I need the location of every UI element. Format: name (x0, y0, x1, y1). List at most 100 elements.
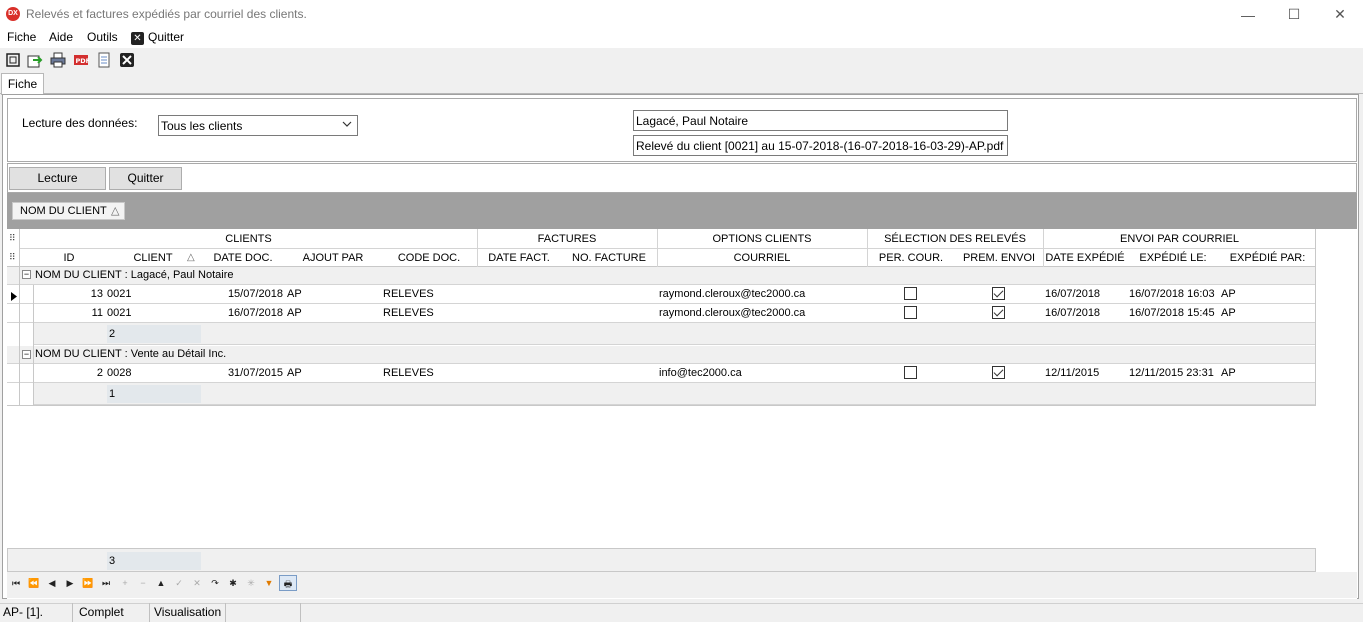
select-icon[interactable] (5, 52, 21, 68)
cell-expedie-par[interactable]: AP (1219, 285, 1316, 303)
client-name-field[interactable]: Lagacé, Paul Notaire (633, 110, 1008, 131)
col-date-fact[interactable]: DATE FACT. (477, 252, 561, 264)
per-cour-checkbox[interactable] (904, 306, 917, 319)
client-select[interactable]: Tous les clients (158, 115, 358, 136)
col-id[interactable]: ID (33, 252, 105, 264)
cell-id[interactable]: 2 (33, 364, 105, 382)
cell-ajout-par[interactable]: AP (285, 364, 381, 382)
cell-ajout-par[interactable]: AP (285, 304, 381, 322)
last-record-icon[interactable]: ⏭ (98, 575, 114, 591)
cell-code-doc[interactable]: RELEVES (381, 285, 477, 303)
export-icon[interactable] (27, 52, 43, 68)
collapse-icon[interactable]: − (22, 270, 31, 279)
menu-outils[interactable]: Outils (87, 30, 118, 44)
title-bar: DX Relevés et factures expédiés par cour… (0, 0, 1363, 29)
band-menu-icon[interactable]: ⠿ (9, 233, 16, 244)
group-by-chip[interactable]: NOM DU CLIENT △ (12, 202, 125, 220)
cell-expedie-par[interactable]: AP (1219, 364, 1316, 382)
col-ajout-par[interactable]: AJOUT PAR (285, 252, 381, 264)
cell-id[interactable]: 11 (33, 304, 105, 322)
prem-envoi-checkbox[interactable] (992, 306, 1005, 319)
group-indent-border (33, 285, 34, 405)
per-cour-checkbox[interactable] (904, 366, 917, 379)
filter-icon[interactable]: ▼ (261, 575, 277, 591)
col-expedie-par[interactable]: EXPÉDIÉ PAR: (1219, 252, 1316, 264)
cell-date-expedie[interactable]: 16/07/2018 (1043, 285, 1127, 303)
cell-ajout-par[interactable]: AP (285, 285, 381, 303)
prev-record-icon[interactable]: ◀ (44, 575, 60, 591)
close-icon[interactable] (119, 52, 135, 68)
col-expedie-le[interactable]: EXPÉDIÉ LE: (1127, 252, 1219, 264)
col-code-doc[interactable]: CODE DOC. (381, 252, 477, 264)
pdf-icon[interactable]: PDF (73, 52, 90, 68)
col-courriel[interactable]: COURRIEL (657, 252, 867, 264)
app-logo-icon: DX (6, 7, 20, 21)
minimize-button[interactable]: — (1225, 0, 1271, 29)
per-cour-checkbox[interactable] (904, 287, 917, 300)
read-button[interactable]: Lecture (9, 167, 106, 190)
print-icon[interactable] (50, 52, 66, 68)
maximize-button[interactable]: ☐ (1271, 0, 1317, 29)
sort-asc-icon: △ (187, 252, 195, 263)
status-separator (149, 603, 150, 622)
band-options-clients: OPTIONS CLIENTS (712, 233, 812, 245)
chevron-down-icon (342, 118, 352, 133)
status-user: AP- [1]. (3, 605, 44, 619)
prem-envoi-checkbox[interactable] (992, 366, 1005, 379)
next-record-icon[interactable]: ▶ (62, 575, 78, 591)
status-mode: Visualisation (154, 605, 222, 619)
edit-icon[interactable]: ▲ (153, 575, 169, 591)
cell-client[interactable]: 0021 (105, 304, 201, 322)
tab-fiche[interactable]: Fiche (1, 73, 44, 95)
cell-code-doc[interactable]: RELEVES (381, 304, 477, 322)
post-icon[interactable]: ✓ (171, 575, 187, 591)
button-panel (7, 163, 1357, 193)
collapse-icon[interactable]: − (22, 350, 31, 359)
menu-aide[interactable]: Aide (49, 30, 73, 44)
cell-date-doc[interactable]: 31/07/2015 (201, 364, 285, 382)
cell-courriel[interactable]: info@tec2000.ca (657, 364, 867, 382)
cell-expedie-par[interactable]: AP (1219, 304, 1316, 322)
cell-expedie-le[interactable]: 16/07/2018 15:45 (1127, 304, 1219, 322)
cell-date-doc[interactable]: 15/07/2018 (201, 285, 285, 303)
cell-expedie-le[interactable]: 12/11/2015 23:31 (1127, 364, 1219, 382)
goto-bookmark-icon[interactable]: ✳ (243, 575, 259, 591)
delete-icon[interactable]: − (135, 575, 151, 591)
status-separator (72, 603, 73, 622)
col-client-label: CLIENT (133, 252, 173, 264)
col-date-expedie[interactable]: DATE EXPÉDIÉ (1043, 252, 1127, 264)
cell-client[interactable]: 0028 (105, 364, 201, 382)
group-count: 1 (107, 385, 201, 403)
current-row-indicator-icon (11, 290, 17, 304)
document-icon[interactable] (96, 52, 112, 68)
cell-date-doc[interactable]: 16/07/2018 (201, 304, 285, 322)
next-page-icon[interactable]: ⏩ (80, 575, 96, 591)
close-window-button[interactable]: ✕ (1317, 0, 1363, 29)
col-date-doc[interactable]: DATE DOC. (201, 252, 285, 264)
first-record-icon[interactable]: ⏮ (8, 575, 24, 591)
refresh-icon[interactable]: ↷ (207, 575, 223, 591)
cell-expedie-le[interactable]: 16/07/2018 16:03 (1127, 285, 1219, 303)
menu-fiche[interactable]: Fiche (7, 30, 36, 44)
bookmark-icon[interactable]: ✱ (225, 575, 241, 591)
cell-date-expedie[interactable]: 16/07/2018 (1043, 304, 1127, 322)
cell-code-doc[interactable]: RELEVES (381, 364, 477, 382)
prem-envoi-checkbox[interactable] (992, 287, 1005, 300)
quit-button[interactable]: Quitter (109, 167, 182, 190)
cell-courriel[interactable]: raymond.cleroux@tec2000.ca (657, 285, 867, 303)
insert-icon[interactable]: + (117, 575, 133, 591)
cell-id[interactable]: 13 (33, 285, 105, 303)
band-selection-releves: SÉLECTION DES RELEVÉS (884, 233, 1026, 245)
col-no-facture[interactable]: NO. FACTURE (561, 252, 657, 264)
menu-quitter[interactable]: Quitter (148, 30, 184, 44)
col-per-cour[interactable]: PER. COUR. (867, 252, 955, 264)
print-grid-icon[interactable]: 🖶 (279, 575, 297, 591)
file-name-field[interactable]: Relevé du client [0021] au 15-07-2018-(1… (633, 135, 1008, 156)
cell-client[interactable]: 0021 (105, 285, 201, 303)
column-menu-icon[interactable]: ⠿ (9, 252, 16, 263)
cancel-icon[interactable]: ✕ (189, 575, 205, 591)
col-prem-envoi[interactable]: PREM. ENVOI (955, 252, 1043, 264)
cell-courriel[interactable]: raymond.cleroux@tec2000.ca (657, 304, 867, 322)
prev-page-icon[interactable]: ⏪ (26, 575, 42, 591)
cell-date-expedie[interactable]: 12/11/2015 (1043, 364, 1127, 382)
